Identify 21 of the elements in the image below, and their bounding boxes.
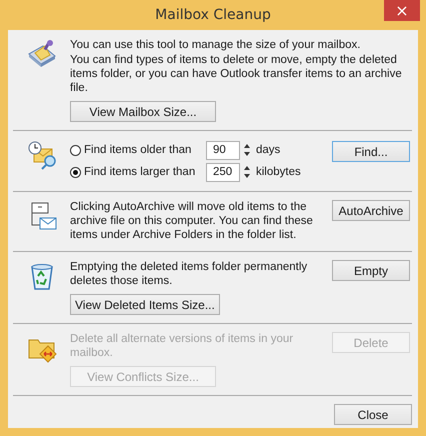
- view-size-button[interactable]: View Mailbox Size...: [70, 101, 216, 122]
- radio-option[interactable]: Find items larger than: [70, 166, 206, 178]
- close-button[interactable]: ×: [384, 0, 420, 21]
- envelope-clock-icon: [26, 139, 58, 171]
- broom-tray-icon: [26, 38, 58, 70]
- number-field[interactable]: 90: [206, 140, 240, 160]
- view-size-button[interactable]: View Deleted Items Size...: [70, 294, 220, 315]
- close-dialog-button[interactable]: Close: [334, 404, 412, 425]
- unit-label: kilobytes: [256, 166, 301, 178]
- description-text: You can find types of items to delete or move, empty the deleted items folder, or you can have Outlook transfer items to an archive file.: [70, 53, 403, 95]
- description-text: Clicking AutoArchive will move old items to the archive file on this computer. You can find these items under Archive Folders in the folder list.: [70, 200, 314, 242]
- description-text: Emptying the deleted items folder permanently deletes those items.: [70, 260, 308, 288]
- action-button[interactable]: Empty: [332, 260, 410, 281]
- action-button[interactable]: Find...: [332, 141, 410, 162]
- description-text: Delete all alternate versions of items in your mailbox.: [70, 332, 294, 360]
- unit-label: days: [256, 144, 280, 156]
- description-text: You can use this tool to manage the size of your mailbox.: [70, 38, 360, 52]
- number-field[interactable]: 250: [206, 162, 240, 182]
- window-title: Mailbox Cleanup: [155, 7, 271, 23]
- action-button[interactable]: AutoArchive: [332, 200, 410, 221]
- radio-option[interactable]: Find items older than: [70, 144, 206, 156]
